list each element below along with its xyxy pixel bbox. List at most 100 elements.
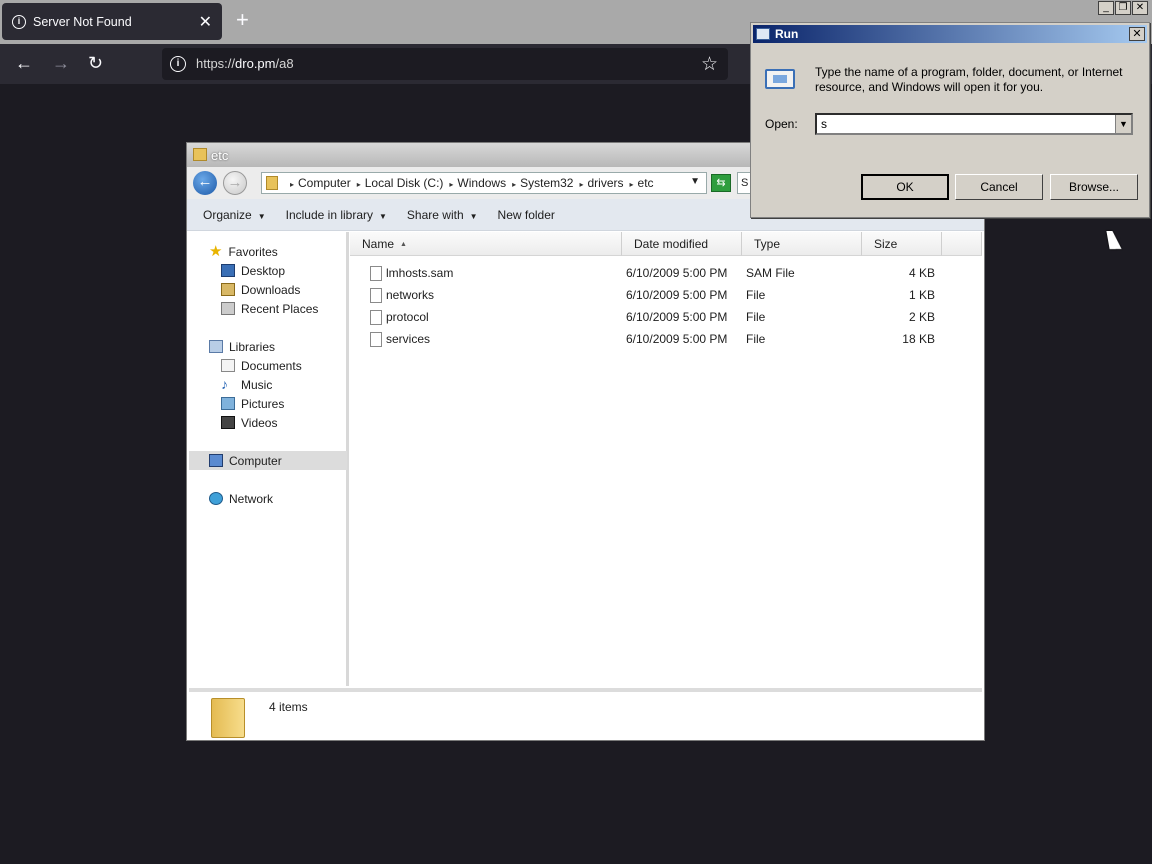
new-folder-button[interactable]: New folder [498,208,555,222]
tab-title: Server Not Found [33,14,132,29]
item-count: 4 items [269,700,308,714]
star-icon: ★ [209,243,223,260]
folder-icon [211,698,245,738]
run-titlebar[interactable]: Run ✕ [753,25,1147,43]
close-tab-icon[interactable]: ✕ [199,12,212,32]
file-date: 6/10/2009 5:00 PM [626,332,728,346]
file-size: 2 KB [908,310,935,324]
breadcrumb-item[interactable]: ▸ etc [630,176,654,190]
music-icon: ♪ [221,376,228,392]
address-dropdown-icon[interactable]: ▼ [690,176,700,187]
file-icon [370,266,382,281]
breadcrumb[interactable]: ▸ Computer ▸ Local Disk (C:) ▸ Windows ▸ Sys… [261,172,707,194]
file-type: File [746,288,766,302]
file-size: 4 KB [908,266,935,280]
file-row[interactable]: services 6/10/2009 5:00 PM File 18 KB [350,328,982,350]
browse-button[interactable]: Browse... [1050,174,1138,200]
breadcrumb-item[interactable]: ▸ Windows [449,176,506,190]
file-icon [370,310,382,325]
column-header-extra [942,232,982,256]
folder-icon [193,148,207,161]
url-text[interactable]: https://dro.pm/a8 [196,56,294,71]
browser-tab[interactable]: i Server Not Found ✕ [2,3,222,40]
open-input[interactable]: s ▼ [815,113,1133,135]
open-label: Open: [765,117,798,131]
run-description: Type the name of a program, folder, docu… [815,65,1123,94]
breadcrumb-item[interactable]: ▸ System32 [512,176,573,190]
nav-computer[interactable]: Computer [189,451,347,470]
reload-icon[interactable]: ↻ [88,53,103,73]
nav-libraries[interactable]: Libraries [209,337,367,356]
share-with-button[interactable]: Share with ▼ [407,208,478,222]
file-name: networks [386,288,435,302]
close-icon[interactable]: ✕ [1129,27,1145,41]
breadcrumb-item[interactable]: ▸ drivers [579,176,623,190]
explorer-window: etc ← → ▸ Computer ▸ Local Disk (C:) ▸ Wind… [186,142,985,741]
column-header-size[interactable]: Size [862,232,942,256]
file-date: 6/10/2009 5:00 PM [626,310,728,324]
computer-icon [209,454,223,467]
restore-window-button[interactable]: ❐ [1115,1,1131,15]
breadcrumb-item[interactable]: ▸ Local Disk (C:) [357,176,444,190]
column-header-date-modified[interactable]: Date modified [622,232,742,256]
file-icon [370,288,382,303]
file-date: 6/10/2009 5:00 PM [626,266,728,280]
file-type: SAM File [746,266,795,280]
recent-places-icon [221,302,235,315]
include-in-library-button[interactable]: Include in library ▼ [286,208,387,222]
details-pane: 4 items [189,688,982,739]
nav-network[interactable]: Network [209,489,367,508]
file-date: 6/10/2009 5:00 PM [626,288,728,302]
documents-icon [221,359,235,372]
file-row[interactable]: lmhosts.sam 6/10/2009 5:00 PM SAM File 4… [350,262,982,284]
pictures-icon [221,397,235,410]
navigation-pane: ★ Favorites Desktop Downloads Recent Plac… [189,232,349,686]
chevron-down-icon[interactable]: ▼ [1115,115,1131,133]
close-window-button[interactable]: ✕ [1132,1,1148,15]
file-list: Name ▲ Date modified Type Size lmhosts.sa… [350,232,982,686]
file-icon [370,332,382,347]
file-name: protocol [386,310,429,324]
back-arrow-icon[interactable]: ← [15,53,33,73]
run-program-icon [765,69,795,89]
site-info-icon[interactable]: i [170,56,186,72]
file-size: 1 KB [908,288,935,302]
new-tab-button[interactable]: + [236,8,249,32]
libraries-icon [209,340,223,353]
run-dialog: Run ✕ Type the name of a program, folder… [750,22,1150,218]
column-header-type[interactable]: Type [742,232,862,256]
desktop-icon [221,264,235,277]
info-icon: i [12,14,26,29]
desktop-screen: i Server Not Found ✕ + _ ❐ ✕ ← → ↻ i htt… [0,0,1152,864]
back-button[interactable]: ← [193,171,217,195]
file-row[interactable]: networks 6/10/2009 5:00 PM File 1 KB [350,284,982,306]
folder-icon [266,176,278,190]
downloads-icon [221,283,235,296]
organize-button[interactable]: Organize ▼ [203,208,266,222]
breadcrumb-item[interactable]: ▸ Computer [290,176,351,190]
bookmark-star-icon[interactable]: ☆ [701,53,718,76]
ok-button[interactable]: OK [861,174,949,200]
mouse-cursor [1106,231,1122,249]
open-input-value[interactable]: s [821,117,827,131]
file-type: File [746,332,766,346]
forward-button[interactable]: → [223,171,247,195]
videos-icon [221,416,235,429]
network-icon [209,492,223,505]
minimize-window-button[interactable]: _ [1098,1,1114,15]
nav-favorites[interactable]: ★ Favorites [209,242,367,261]
sort-ascending-icon: ▲ [400,241,407,248]
file-name: lmhosts.sam [386,266,454,280]
file-name: services [386,332,431,346]
forward-arrow-icon[interactable]: → [52,53,70,73]
file-type: File [746,310,766,324]
column-header-name[interactable]: Name ▲ [350,232,622,256]
refresh-icon[interactable]: ⇆ [711,174,731,192]
url-bar[interactable]: i https://dro.pm/a8 ☆ [162,48,728,80]
file-row[interactable]: protocol 6/10/2009 5:00 PM File 2 KB [350,306,982,328]
cancel-button[interactable]: Cancel [955,174,1043,200]
run-title: Run [775,27,799,41]
file-size: 18 KB [902,332,935,346]
explorer-title: etc [211,148,229,163]
run-icon [756,28,770,40]
